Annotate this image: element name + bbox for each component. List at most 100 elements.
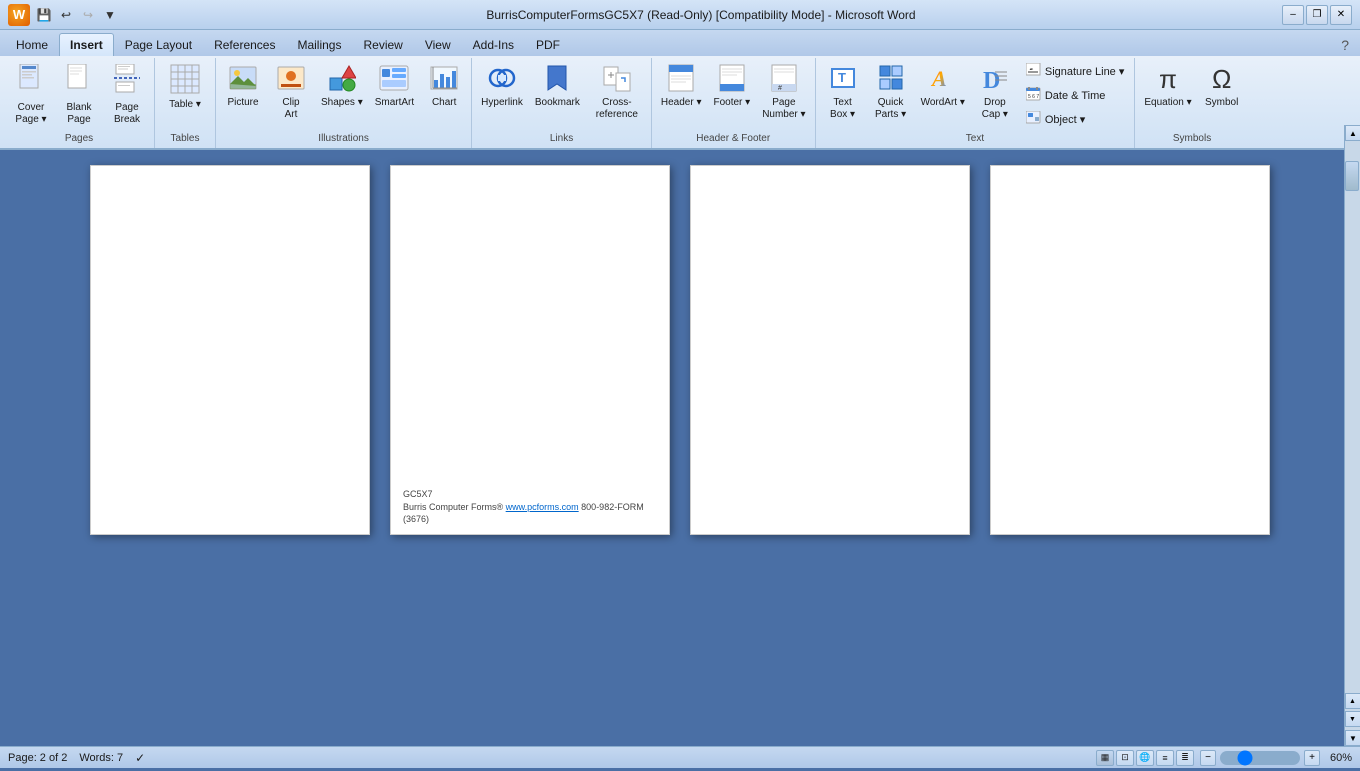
outline-view[interactable]: ≡	[1156, 750, 1174, 766]
restore-button[interactable]: ❐	[1306, 5, 1328, 25]
tab-page-layout[interactable]: Page Layout	[114, 33, 203, 56]
page-3	[690, 165, 970, 535]
illustrations-label: Illustrations	[318, 133, 369, 146]
signature-line-icon: ✒	[1026, 63, 1042, 80]
drop-cap-label: DropCap ▾	[982, 97, 1008, 121]
symbols-items: π Equation ▾ Ω Symbol	[1139, 60, 1244, 131]
wordart-button[interactable]: A WordArt ▾	[916, 60, 970, 113]
footer-label: Footer ▾	[713, 97, 750, 109]
tab-mailings[interactable]: Mailings	[286, 33, 352, 56]
cross-reference-icon	[603, 64, 631, 95]
symbol-button[interactable]: Ω Symbol	[1199, 60, 1245, 113]
header-footer-label: Header & Footer	[696, 133, 770, 146]
symbols-label: Symbols	[1173, 133, 1211, 146]
scroll-bottom-button[interactable]: ▼	[1345, 711, 1360, 727]
table-button[interactable]: Table ▾	[159, 60, 211, 115]
object-label: Object ▾	[1045, 113, 1085, 126]
zoom-slider[interactable]	[1220, 751, 1300, 765]
header-button[interactable]: Header ▾	[656, 60, 707, 113]
draft-view[interactable]: ≣	[1176, 750, 1194, 766]
group-pages: CoverPage ▾ BlankPage	[4, 58, 155, 148]
quick-parts-button[interactable]: QuickParts ▾	[868, 60, 914, 125]
footer-link[interactable]: www.pcforms.com	[506, 502, 579, 512]
equation-label: Equation ▾	[1144, 97, 1191, 109]
page-number-button[interactable]: # PageNumber ▾	[757, 60, 810, 125]
tab-view[interactable]: View	[414, 33, 462, 56]
signature-line-button[interactable]: ✒ Signature Line ▾	[1020, 60, 1131, 83]
links-label: Links	[550, 133, 573, 146]
clip-art-label: ClipArt	[282, 97, 299, 121]
picture-label: Picture	[227, 97, 258, 109]
footer-line2: Burris Computer Forms® www.pcforms.com 8…	[403, 501, 669, 526]
pages-container: GC5X7 Burris Computer Forms® www.pcforms…	[90, 165, 1270, 535]
drop-cap-button[interactable]: D DropCap ▾	[972, 60, 1018, 125]
header-label: Header ▾	[661, 97, 702, 109]
blank-page-button[interactable]: BlankPage	[56, 60, 102, 130]
zoom-level: 60%	[1324, 752, 1352, 764]
undo-button[interactable]: ↩	[56, 5, 76, 25]
zoom-in-button[interactable]: +	[1304, 750, 1320, 766]
cross-reference-button[interactable]: Cross-reference	[587, 60, 647, 125]
clip-art-button[interactable]: ClipArt	[268, 60, 314, 125]
hyperlink-icon	[488, 64, 516, 95]
text-box-icon: T	[830, 64, 856, 95]
view-buttons: ▦ ⊡ 🌐 ≡ ≣	[1096, 750, 1194, 766]
smartart-button[interactable]: SmartArt	[370, 60, 419, 113]
proofing-icon[interactable]: ✓	[135, 751, 145, 765]
scroll-top-button[interactable]: ▲	[1345, 693, 1360, 709]
customize-button[interactable]: ▼	[100, 5, 120, 25]
shapes-button[interactable]: Shapes ▾	[316, 60, 368, 113]
bookmark-button[interactable]: Bookmark	[530, 60, 585, 113]
print-layout-view[interactable]: ▦	[1096, 750, 1114, 766]
quick-parts-label: QuickParts ▾	[875, 97, 906, 121]
scroll-down-button[interactable]: ▼	[1345, 730, 1360, 746]
tables-label: Tables	[171, 133, 200, 146]
symbol-label: Symbol	[1205, 97, 1238, 109]
page-1	[90, 165, 370, 535]
help-button[interactable]: ?	[1335, 33, 1355, 56]
object-button[interactable]: Object ▾	[1020, 108, 1131, 131]
tab-pdf[interactable]: PDF	[525, 33, 571, 56]
page-break-button[interactable]: PageBreak	[104, 60, 150, 130]
footer-button[interactable]: Footer ▾	[708, 60, 755, 113]
group-illustrations: Picture ClipArt	[216, 58, 472, 148]
page-number-icon: #	[771, 64, 797, 95]
text-box-button[interactable]: T TextBox ▾	[820, 60, 866, 125]
save-button[interactable]: 💾	[34, 5, 54, 25]
header-footer-items: Header ▾ Footer ▾	[656, 60, 811, 131]
status-bar: Page: 2 of 2 Words: 7 ✓ ▦ ⊡ 🌐 ≡ ≣ − + 60…	[0, 746, 1360, 768]
footer-icon	[719, 64, 745, 95]
redo-button[interactable]: ↪	[78, 5, 98, 25]
header-icon	[668, 64, 694, 95]
cover-page-button[interactable]: CoverPage ▾	[8, 60, 54, 130]
vertical-scrollbar[interactable]: ▲ ▲ ▼ ▼	[1344, 125, 1360, 746]
title-text: BurrisComputerFormsGC5X7 (Read-Only) [Co…	[120, 8, 1282, 22]
web-layout-view[interactable]: 🌐	[1136, 750, 1154, 766]
tab-add-ins[interactable]: Add-Ins	[462, 33, 525, 56]
tab-references[interactable]: References	[203, 33, 286, 56]
minimize-button[interactable]: –	[1282, 5, 1304, 25]
equation-button[interactable]: π Equation ▾	[1139, 60, 1196, 113]
text-label: Text	[966, 133, 984, 146]
picture-button[interactable]: Picture	[220, 60, 266, 113]
bookmark-label: Bookmark	[535, 97, 580, 109]
full-screen-view[interactable]: ⊡	[1116, 750, 1134, 766]
tab-home[interactable]: Home	[5, 33, 59, 56]
scroll-up-button[interactable]: ▲	[1345, 125, 1360, 141]
equation-icon: π	[1159, 64, 1177, 95]
date-time-button[interactable]: 5 6 7 Date & Time	[1020, 84, 1131, 107]
chart-button[interactable]: Chart	[421, 60, 467, 113]
title-bar-left: W 💾 ↩ ↪ ▼	[8, 4, 120, 26]
scroll-thumb[interactable]	[1345, 161, 1359, 191]
scroll-track[interactable]	[1345, 141, 1360, 690]
ribbon: Home Insert Page Layout References Maili…	[0, 30, 1360, 150]
cover-page-label: CoverPage ▾	[15, 102, 46, 126]
chart-label: Chart	[432, 97, 456, 109]
tab-review[interactable]: Review	[352, 33, 413, 56]
zoom-control: − + 60%	[1200, 750, 1352, 766]
wordart-icon: A	[930, 64, 956, 95]
zoom-out-button[interactable]: −	[1200, 750, 1216, 766]
tab-insert[interactable]: Insert	[59, 33, 114, 56]
close-button[interactable]: ✕	[1330, 5, 1352, 25]
hyperlink-button[interactable]: Hyperlink	[476, 60, 528, 113]
